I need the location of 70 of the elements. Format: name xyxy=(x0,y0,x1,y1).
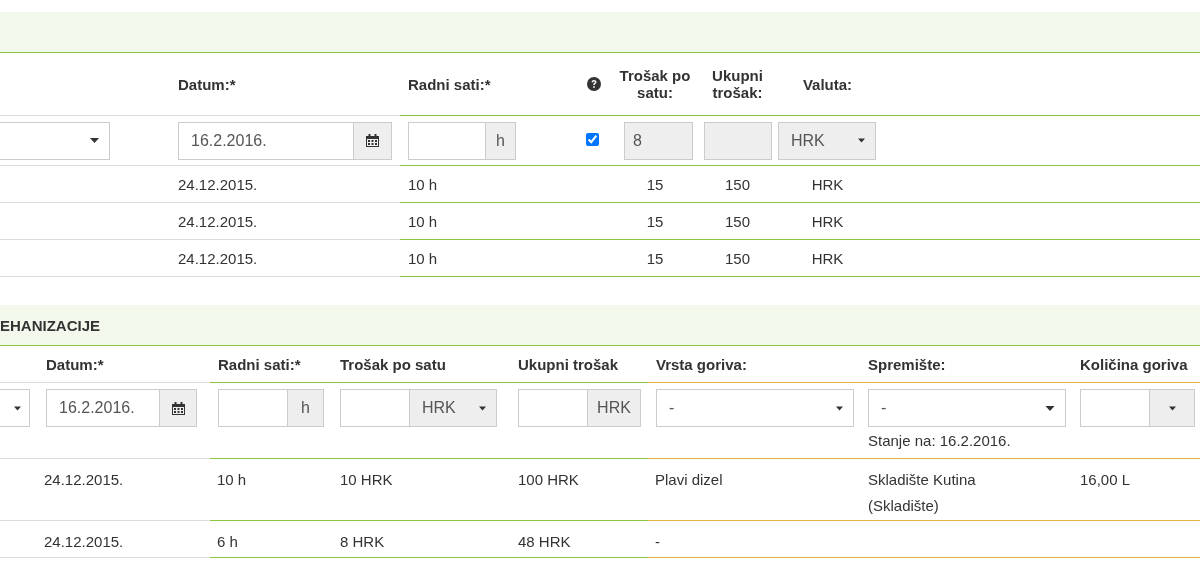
table-cell: HRK xyxy=(811,249,844,267)
table-cell: 150 xyxy=(725,212,750,230)
stock-date-note: Stanje na: 16.2.2016. xyxy=(868,432,1011,449)
calendar-button[interactable] xyxy=(354,121,392,160)
fuel-select[interactable]: - xyxy=(656,389,854,427)
help-icon xyxy=(587,77,601,91)
column-header: Vrsta goriva: xyxy=(656,355,747,373)
unit-addon: HRK xyxy=(588,389,641,427)
caret-icon xyxy=(1045,405,1055,411)
unit-addon: h xyxy=(288,389,324,427)
unit-addon: h xyxy=(486,121,516,160)
hours-field[interactable] xyxy=(218,389,288,427)
table-cell-text: 48 HRK xyxy=(518,532,571,552)
currency-select[interactable]: HRK xyxy=(410,389,497,427)
table-cell-text: 24.12.2015. xyxy=(44,532,124,552)
storage-select[interactable]: - xyxy=(868,389,1066,427)
quantity-field[interactable] xyxy=(1080,389,1150,427)
table-cell: 15 xyxy=(646,212,664,230)
column-header: Radni sati:* xyxy=(408,75,491,93)
table-cell: HRK xyxy=(811,212,844,230)
unit-select[interactable] xyxy=(1150,389,1195,427)
column-header: Trošak po satu: xyxy=(619,67,691,101)
table-cell: 10 h xyxy=(408,249,438,267)
calendar-icon xyxy=(171,401,185,415)
table-cell: 10 h xyxy=(408,175,438,193)
date-field[interactable]: 16.2.2016. xyxy=(46,389,160,427)
table-cell-text: 10 HRK xyxy=(340,470,393,490)
date-field[interactable]: 16.2.2016. xyxy=(178,121,354,160)
table-cell: 15 xyxy=(646,175,664,193)
caret-icon xyxy=(836,405,843,411)
table-cell-text: 100 HRK xyxy=(518,470,579,490)
section-title: EHANIZACIJE xyxy=(0,316,100,334)
table-cell: 150 xyxy=(725,249,750,267)
table-cell-text: - xyxy=(655,532,660,552)
column-header: Trošak po satu xyxy=(340,355,446,373)
column-header: Datum:* xyxy=(46,355,104,373)
table-cell-text: 8 HRK xyxy=(340,532,385,552)
table-cell: 10 h xyxy=(408,212,438,230)
column-header: Valuta: xyxy=(802,75,853,93)
table-cell-text: 6 h xyxy=(217,532,238,552)
select-field[interactable] xyxy=(0,121,110,160)
table-cell-text: Plavi dizel xyxy=(655,470,723,490)
table-cell: 24.12.2015. xyxy=(178,175,258,193)
table-cell-text: 24.12.2015. xyxy=(44,470,124,490)
select-field[interactable] xyxy=(0,389,30,427)
column-header: Količina goriva xyxy=(1080,355,1188,373)
column-header: Radni sati:* xyxy=(218,355,301,373)
table-cell: 24.12.2015. xyxy=(178,212,258,230)
total-field[interactable] xyxy=(518,389,588,427)
column-header: Ukupni trošak xyxy=(518,355,619,373)
caret-icon xyxy=(14,405,21,411)
caret-icon xyxy=(479,405,486,411)
checkbox[interactable] xyxy=(586,133,599,146)
cost-field[interactable] xyxy=(340,389,410,427)
calendar-icon xyxy=(366,134,379,147)
caret-icon xyxy=(90,138,99,143)
table-cell: 24.12.2015. xyxy=(178,249,258,267)
caret-icon xyxy=(1168,405,1176,411)
column-header: Datum:* xyxy=(178,75,236,93)
column-header: Spremište: xyxy=(868,355,946,373)
calendar-button[interactable] xyxy=(160,389,197,427)
table-cell: HRK xyxy=(811,175,844,193)
table-cell: 15 xyxy=(646,249,664,267)
table-cell: 150 xyxy=(725,175,750,193)
hours-field[interactable] xyxy=(408,121,487,160)
table-cell-text: 10 h xyxy=(217,470,247,490)
column-header: Ukupni trošak: xyxy=(711,67,764,101)
caret-icon xyxy=(858,138,865,143)
table-cell-text: Skladište Kutina (Skladište) xyxy=(868,470,977,516)
table-cell-text: 16,00 L xyxy=(1080,470,1131,490)
